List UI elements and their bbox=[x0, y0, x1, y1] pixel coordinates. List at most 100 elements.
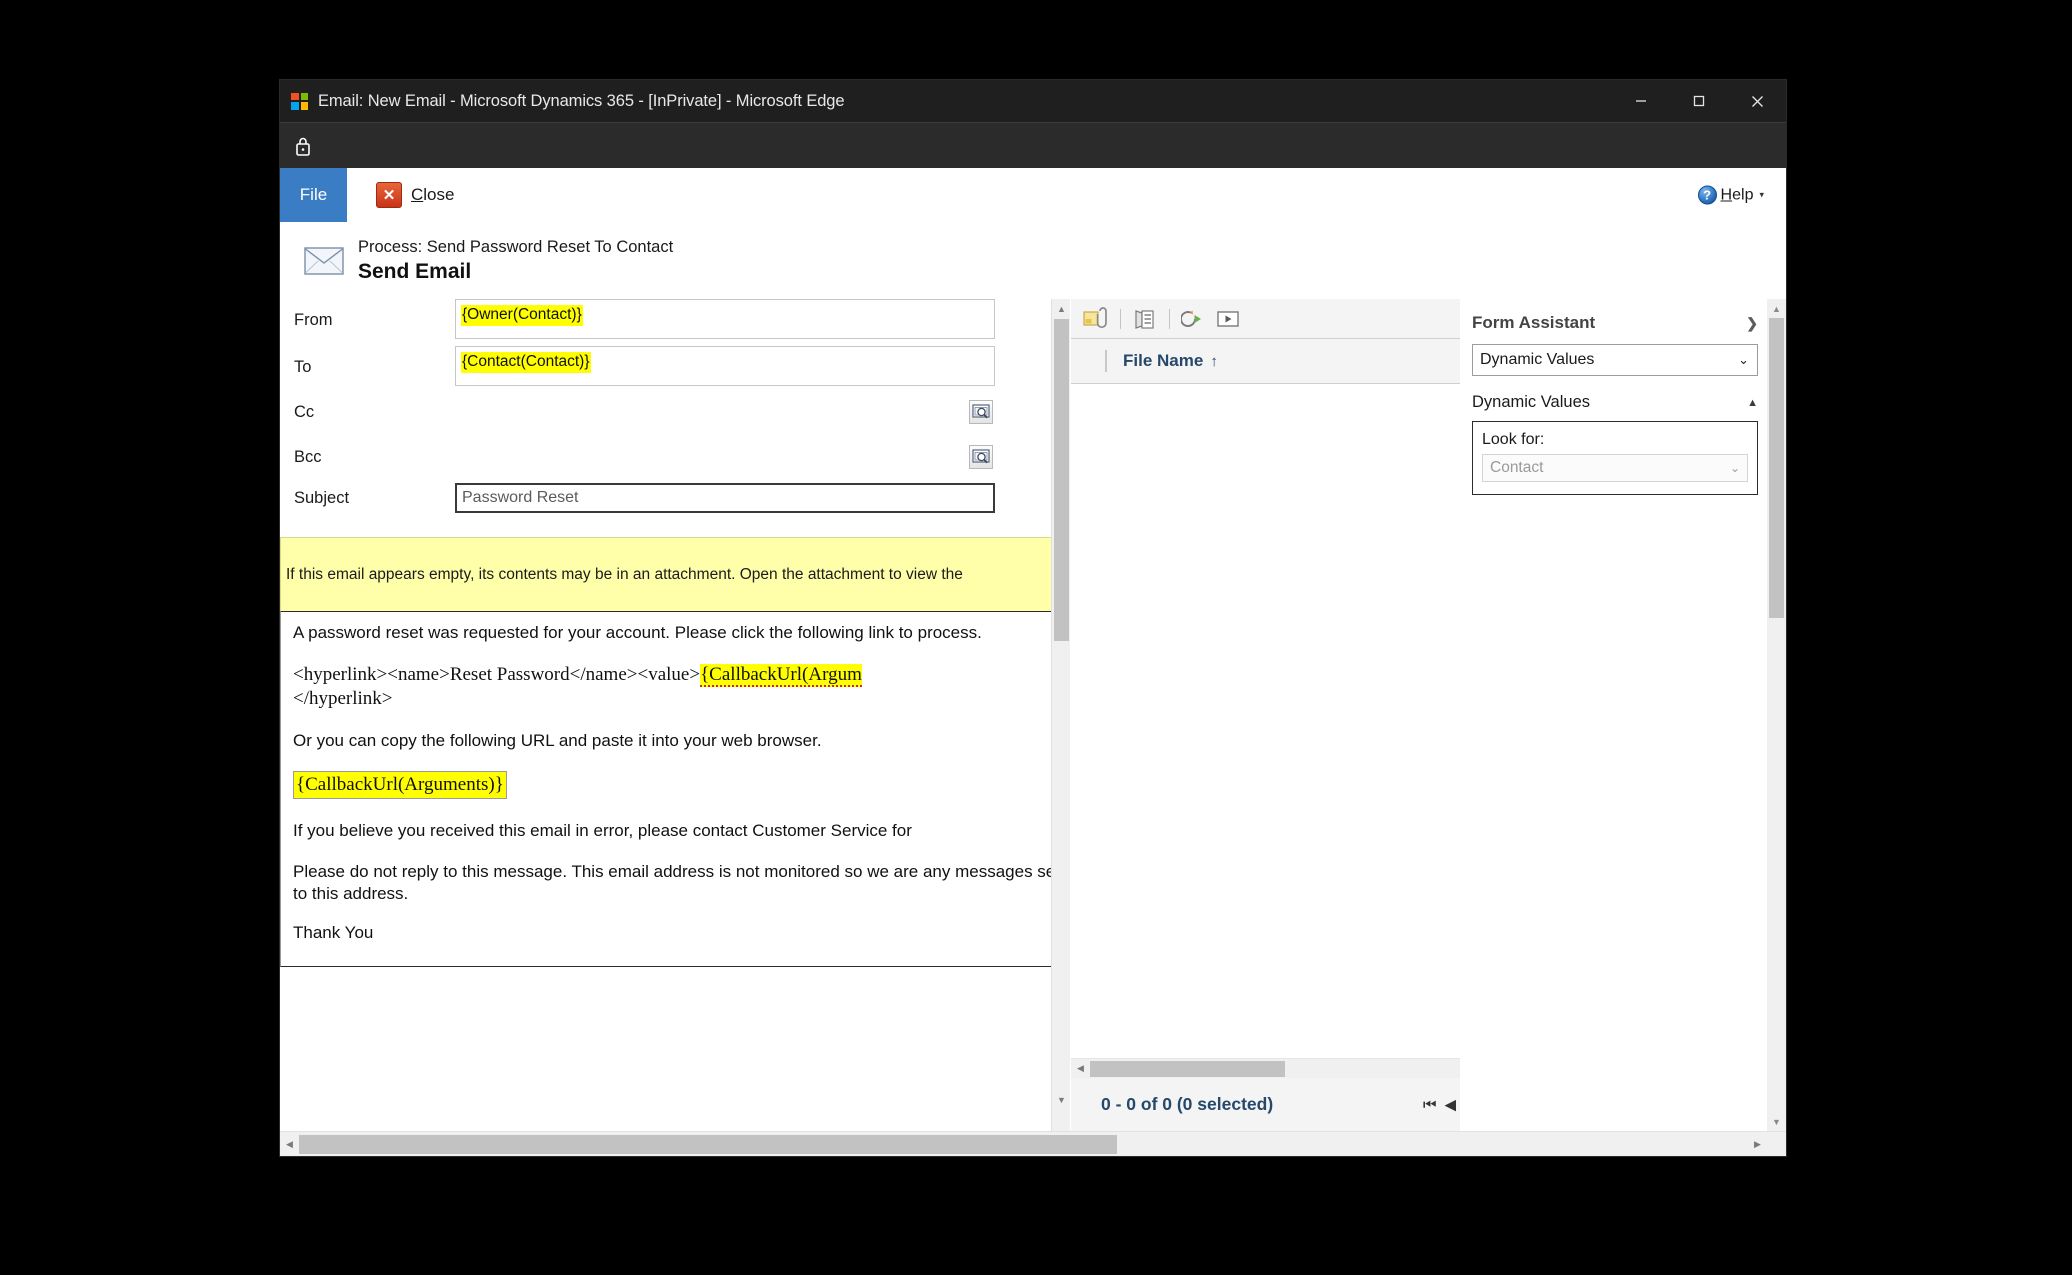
from-input[interactable]: {Owner(Contact)} bbox=[455, 299, 995, 339]
browser-toolbar-strip bbox=[280, 122, 1786, 168]
help-label: Help bbox=[1720, 186, 1754, 203]
form-vertical-scrollbar[interactable]: ▲ ▼ bbox=[1051, 299, 1070, 1131]
field-row-bcc: Bcc bbox=[280, 438, 1051, 476]
page-scrollbar-thumb[interactable] bbox=[1769, 318, 1784, 618]
callback-url-token: {CallbackUrl(Arguments)} bbox=[293, 771, 507, 800]
process-label: Process: Send Password Reset To Contact bbox=[358, 237, 674, 256]
body-paragraph-6: Please do not reply to this message. Thi… bbox=[293, 862, 1051, 903]
attachments-list[interactable] bbox=[1071, 384, 1460, 1058]
form-assistant-view-select[interactable]: Dynamic Values ⌄ bbox=[1472, 344, 1758, 376]
chevron-down-icon: ⌄ bbox=[1738, 352, 1749, 367]
pager-controls[interactable]: ⏮ ◀ bbox=[1423, 1097, 1456, 1112]
to-input[interactable]: {Contact(Contact)} bbox=[455, 346, 995, 386]
attachments-horizontal-scrollbar[interactable]: ◀ bbox=[1071, 1058, 1460, 1078]
envelope-icon bbox=[302, 239, 346, 283]
insert-template-icon[interactable] bbox=[1177, 303, 1211, 335]
title-bar: Email: New Email - Microsoft Dynamics 36… bbox=[280, 80, 1786, 122]
lock-icon bbox=[280, 123, 326, 169]
callback-url-token-inline: {CallbackUrl(Argum bbox=[700, 663, 862, 687]
bcc-lookup-button[interactable] bbox=[969, 445, 993, 469]
page-scroll-up-icon[interactable]: ▲ bbox=[1767, 299, 1786, 318]
body-paragraph-3: Or you can copy the following URL and pa… bbox=[293, 731, 822, 751]
scroll-left-arrow-icon[interactable]: ◀ bbox=[1071, 1059, 1090, 1078]
page-hscrollbar-thumb[interactable] bbox=[299, 1135, 1117, 1154]
subject-input[interactable]: Password Reset bbox=[455, 483, 995, 513]
page-scroll-right-icon[interactable]: ▶ bbox=[1748, 1132, 1767, 1156]
close-x-icon: ✕ bbox=[376, 182, 402, 208]
field-label-cc: Cc bbox=[294, 403, 315, 421]
run-video-icon[interactable] bbox=[1211, 303, 1245, 335]
main-content-area: From {Owner(Contact)} To {Contact(Contac… bbox=[280, 299, 1786, 1131]
column-header-file-name[interactable]: File Name bbox=[1123, 351, 1203, 371]
attachments-column-header[interactable]: File Name ↑ bbox=[1071, 339, 1460, 384]
window-title: Email: New Email - Microsoft Dynamics 36… bbox=[318, 91, 845, 110]
to-value: {Contact(Contact)} bbox=[461, 352, 591, 373]
form-scrollbar-thumb[interactable] bbox=[1054, 319, 1069, 641]
sort-ascending-icon: ↑ bbox=[1210, 352, 1218, 370]
scroll-up-arrow-icon[interactable]: ▲ bbox=[1052, 299, 1071, 318]
minimize-button[interactable] bbox=[1612, 80, 1670, 122]
close-command-button[interactable]: ✕ Close bbox=[376, 168, 454, 222]
dynamics-crm-page: File ✕ Close ? Help ▾ Process: Send Pass… bbox=[280, 168, 1786, 1156]
field-row-to: To {Contact(Contact)} bbox=[280, 346, 1051, 386]
email-form-column: From {Owner(Contact)} To {Contact(Contac… bbox=[280, 299, 1051, 1131]
attachment-notice-banner: If this email appears empty, its content… bbox=[280, 537, 1051, 612]
page-vertical-scrollbar[interactable]: ▲ ▼ bbox=[1767, 299, 1786, 1131]
body-paragraph-token: {CallbackUrl(Arguments)} bbox=[293, 771, 1051, 800]
attachments-footer: 0 - 0 of 0 (0 selected) ⏮ ◀ bbox=[1071, 1078, 1460, 1131]
attachments-toolbar bbox=[1071, 299, 1460, 339]
dynamic-values-section-header[interactable]: Dynamic Values ▲ bbox=[1472, 393, 1758, 412]
window-controls bbox=[1612, 80, 1786, 122]
record-titles: Process: Send Password Reset To Contact … bbox=[358, 237, 673, 286]
body-paragraph-hyperlink: <hyperlink><name>Reset Password</name><v… bbox=[293, 663, 862, 710]
toolbar-separator bbox=[1169, 308, 1170, 329]
collapse-triangle-icon[interactable]: ▲ bbox=[1747, 397, 1758, 409]
maximize-button[interactable] bbox=[1670, 80, 1728, 122]
column-divider bbox=[1105, 350, 1107, 372]
form-assistant-panel: Form Assistant ❯ Dynamic Values ⌄ Dynami… bbox=[1460, 299, 1770, 1131]
chevron-down-icon: ▾ bbox=[1759, 189, 1764, 200]
record-count-label: 0 - 0 of 0 (0 selected) bbox=[1101, 1094, 1274, 1114]
email-body-editor[interactable]: A password reset was requested for your … bbox=[280, 612, 1051, 967]
pager-prev-icon[interactable]: ◀ bbox=[1444, 1097, 1456, 1112]
chevron-right-icon[interactable]: ❯ bbox=[1746, 315, 1758, 332]
record-header: Process: Send Password Reset To Contact … bbox=[280, 223, 1786, 299]
chevron-down-icon: ⌄ bbox=[1729, 461, 1740, 475]
attachments-scrollbar-thumb[interactable] bbox=[1090, 1061, 1285, 1077]
page-scroll-left-icon[interactable]: ◀ bbox=[280, 1132, 299, 1156]
ribbon-bar: File ✕ Close ? Help ▾ bbox=[280, 168, 1786, 223]
close-window-button[interactable] bbox=[1728, 80, 1786, 122]
field-row-from: From {Owner(Contact)} bbox=[280, 299, 1051, 339]
form-assistant-view-value: Dynamic Values bbox=[1480, 351, 1595, 368]
field-row-cc: Cc bbox=[280, 393, 1051, 431]
attachment-notice-text: If this email appears empty, its content… bbox=[286, 565, 963, 583]
file-tab[interactable]: File bbox=[280, 168, 347, 222]
look-for-select[interactable]: Contact ⌄ bbox=[1482, 454, 1748, 482]
file-tab-label: File bbox=[299, 185, 328, 204]
help-circle-icon: ? bbox=[1697, 185, 1717, 205]
field-label-subject: Subject bbox=[294, 489, 350, 507]
attach-file-icon[interactable] bbox=[1079, 303, 1113, 335]
body-paragraph-5: If you believe you received this email i… bbox=[293, 821, 912, 841]
field-label-bcc: Bcc bbox=[294, 448, 322, 466]
page-title: Send Email bbox=[358, 260, 472, 284]
windows-logo-icon bbox=[291, 92, 308, 110]
look-for-value: Contact bbox=[1490, 459, 1544, 476]
help-button[interactable]: ? Help ▾ bbox=[1697, 185, 1764, 205]
scroll-down-arrow-icon[interactable]: ▼ bbox=[1052, 1090, 1071, 1109]
field-row-subject: Subject Password Reset bbox=[280, 483, 1051, 513]
insert-article-icon[interactable] bbox=[1128, 303, 1162, 335]
page-scroll-down-icon[interactable]: ▼ bbox=[1767, 1112, 1786, 1131]
cc-lookup-button[interactable] bbox=[969, 400, 993, 424]
pager-first-icon[interactable]: ⏮ bbox=[1423, 1097, 1437, 1112]
body-paragraph-7: Thank You bbox=[293, 922, 374, 942]
look-for-label: Look for: bbox=[1482, 431, 1545, 448]
subject-value: Password Reset bbox=[462, 489, 579, 506]
field-label-to: To bbox=[294, 358, 312, 376]
body-paragraph-1: A password reset was requested for your … bbox=[293, 623, 982, 642]
field-label-from: From bbox=[294, 311, 333, 329]
look-for-box: Look for: Contact ⌄ bbox=[1472, 421, 1758, 495]
toolbar-separator bbox=[1120, 308, 1121, 329]
page-horizontal-scrollbar[interactable]: ◀ ▶ bbox=[280, 1131, 1786, 1156]
form-assistant-title: Form Assistant bbox=[1472, 313, 1596, 332]
